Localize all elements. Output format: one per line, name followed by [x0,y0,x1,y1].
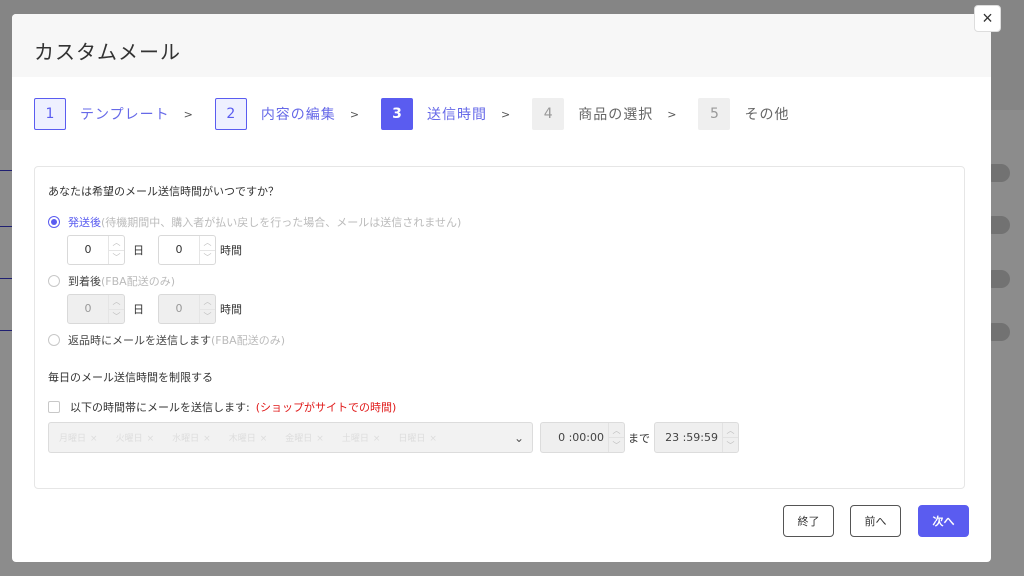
step-label: テンプレート [80,107,170,123]
until-label: まで [628,432,650,445]
step-number: 4 [532,98,565,130]
days-value: 0 [84,243,92,256]
weekday-tag: 火曜日 × [115,434,155,444]
chevron-up-icon[interactable]: ︿ [609,423,624,437]
modal-title: カスタムメール [34,40,181,64]
hours-stepper[interactable]: 0 ︿ ﹀ [158,294,216,324]
radio-label: 到着後 [68,275,101,288]
step-select-products: 4 商品の選択 > [532,98,698,130]
start-time-value: 0 :00:00 [558,431,604,444]
chevron-up-icon[interactable]: ︿ [723,423,738,437]
hours-value: 0 [175,243,183,256]
weekday-tag: 金曜日 × [285,434,324,444]
days-value: 0 [84,302,92,315]
step-label: その他 [744,107,790,123]
start-time-input[interactable]: 0 :00:00 ︿ ﹀ [540,422,625,453]
step-number: 1 [34,98,66,130]
hour-unit: 時間 [220,303,242,316]
day-unit: 日 [133,303,144,316]
chevron-right-icon: > [183,107,193,121]
close-icon[interactable]: × [974,5,1001,32]
chevron-up-icon[interactable]: ︿ [109,295,124,309]
stepper: 1 テンプレート > 2 内容の編集 > 3 送信時間 > 4 商品の選択 > … [34,98,789,130]
chevron-down-icon[interactable]: ﹀ [723,437,738,452]
radio-label: 返品時にメールを送信します [68,334,211,347]
weekday-tag: 月曜日 × [59,434,98,444]
radio-note: (待機期間中、購入者が払い戻しを行った場合、メールは送信されません) [101,216,462,229]
day-unit: 日 [133,244,144,257]
chevron-up-icon[interactable]: ︿ [200,236,215,250]
next-button[interactable]: 次へ [918,505,969,537]
end-time-value: 23 :59:59 [665,431,718,444]
step-number: 3 [381,98,414,130]
end-button[interactable]: 終了 [783,505,834,537]
step-number: 5 [698,98,731,130]
hours-stepper[interactable]: 0 ︿ ﹀ [158,235,216,265]
radio-button[interactable] [48,216,60,228]
limit-section-title: 毎日のメール送信時間を制限する [48,371,213,384]
weekday-tag: 日曜日 × [398,434,437,444]
chevron-up-icon[interactable]: ︿ [200,295,215,309]
step-other: 5 その他 [698,98,789,130]
send-time-form: あなたは希望のメール送信時間がいつですか？ 発送後 (待機期間中、購入者が払い戻… [34,166,965,489]
radio-after-shipping[interactable]: 発送後 (待機期間中、購入者が払い戻しを行った場合、メールは送信されません) [48,214,461,230]
days-stepper[interactable]: 0 ︿ ﹀ [67,294,125,324]
chevron-down-icon[interactable]: ﹀ [109,308,124,324]
chevron-right-icon: > [501,107,511,121]
end-time-input[interactable]: 23 :59:59 ︿ ﹀ [654,422,739,453]
chevron-right-icon: > [667,107,677,121]
chevron-down-icon[interactable]: ﹀ [609,437,624,452]
hour-unit: 時間 [220,244,242,257]
custom-mail-modal: カスタムメール 1 テンプレート > 2 内容の編集 > 3 送信時間 > 4 … [12,14,991,562]
radio-after-arrival[interactable]: 到着後 (FBA配送のみ) [48,273,175,289]
chevron-down-icon[interactable]: ﹀ [200,308,215,324]
question-title: あなたは希望のメール送信時間がいつですか？ [48,185,279,198]
step-edit-content[interactable]: 2 内容の編集 > [214,98,381,130]
radio-button[interactable] [48,334,60,346]
modal-header: カスタムメール [12,14,991,77]
weekday-tag: 土曜日 × [341,434,381,444]
weekday-tag: 水曜日 × [172,434,211,444]
radio-on-return[interactable]: 返品時にメールを送信します (FBA配送のみ) [48,332,285,348]
limit-time-checkbox[interactable] [48,401,60,413]
days-stepper[interactable]: 0 ︿ ﹀ [67,235,125,265]
after-arrival-delay: 0 ︿ ﹀ 日 0 ︿ ﹀ 時間 [67,294,256,324]
step-label: 商品の選択 [578,107,654,123]
step-template[interactable]: 1 テンプレート > [34,98,215,130]
weekday-tag: 木曜日 × [228,434,268,444]
prev-button[interactable]: 前へ [850,505,901,537]
radio-note: (FBA配送のみ) [211,334,285,347]
after-shipping-delay: 0 ︿ ﹀ 日 0 ︿ ﹀ 時間 [67,235,256,265]
step-label: 送信時間 [427,107,488,123]
chevron-down-icon[interactable]: ﹀ [200,249,215,265]
radio-note: (FBA配送のみ) [101,275,175,288]
radio-label: 発送後 [68,216,101,229]
chevron-down-icon[interactable]: ⌄ [514,431,524,445]
chevron-down-icon[interactable]: ﹀ [109,249,124,265]
chevron-up-icon[interactable]: ︿ [109,236,124,250]
checkbox-note: (ショップがサイトでの時間) [255,401,397,414]
radio-button[interactable] [48,275,60,287]
weekday-multiselect[interactable]: 月曜日 × 火曜日 × 水曜日 × 木曜日 × 金曜日 × 土曜日 × 日曜日 × ⌄ [48,422,533,453]
step-label: 内容の編集 [260,107,336,123]
checkbox-label: 以下の時間帯にメールを送信します: [70,401,250,414]
step-number: 2 [214,98,247,130]
limit-time-option[interactable]: 以下の時間帯にメールを送信します: (ショップがサイトでの時間) [48,399,396,415]
step-send-time[interactable]: 3 送信時間 > [381,98,532,130]
hours-value: 0 [175,302,183,315]
chevron-right-icon: > [349,107,360,121]
